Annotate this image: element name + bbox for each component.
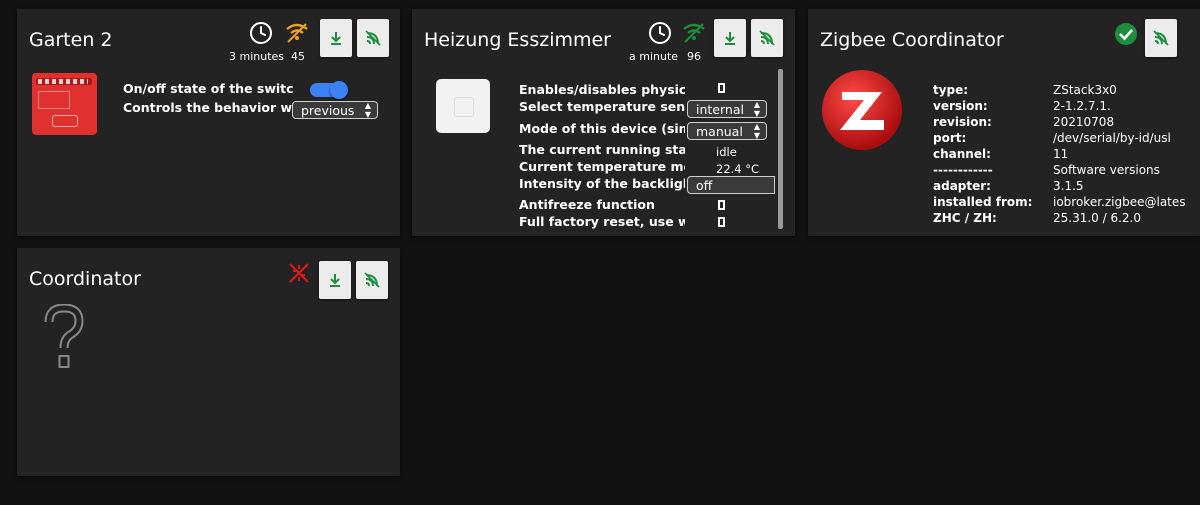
info-key-port: port: [933, 131, 967, 145]
chevron-updown-icon: ▲ ▼ [364, 101, 371, 119]
info-key-channel: channel: [933, 147, 991, 161]
last-seen: a minute [629, 50, 679, 63]
temperature-label: Current temperature me... [519, 159, 685, 174]
download-icon [328, 272, 342, 288]
device-image [32, 73, 97, 135]
device-title: Zigbee Coordinator [820, 29, 1004, 51]
device-title: Coordinator [29, 268, 141, 290]
select-value: internal [696, 102, 744, 117]
backlight-select[interactable]: off [687, 176, 775, 194]
factory-reset-checkbox[interactable] [718, 217, 725, 227]
factory-reset-label: Full factory reset, use wi [519, 214, 685, 229]
download-icon [329, 30, 343, 46]
device-card-coordinator: Coordinator [17, 248, 400, 476]
info-value-version: 2-1.2.7.1. [1053, 99, 1111, 113]
info-key-adapter: adapter: [933, 179, 991, 193]
no-connection-icon [287, 261, 311, 289]
info-key-revision: revision: [933, 115, 992, 129]
sensor-select[interactable]: internal ▲ ▼ [687, 100, 767, 118]
select-value: off [696, 178, 713, 193]
running-state-value: idle [716, 145, 737, 159]
check-icon [1114, 22, 1138, 50]
wifi-icon [285, 22, 309, 48]
clock-icon [249, 21, 273, 49]
download-button[interactable] [320, 19, 352, 57]
signal-button[interactable] [751, 19, 783, 57]
info-value-revision: 20210708 [1053, 115, 1115, 129]
link-quality: 96 [687, 50, 701, 63]
mode-select[interactable]: manual ▲ ▼ [687, 122, 767, 140]
download-button[interactable] [319, 261, 351, 299]
state-toggle[interactable] [310, 81, 348, 99]
info-key-installed-from: installed from: [933, 195, 1033, 209]
chevron-updown-icon: ▲ ▼ [753, 122, 760, 140]
antifreeze-checkbox[interactable] [718, 200, 725, 210]
signal-icon [364, 29, 382, 47]
info-key-zhc-zh: ZHC / ZH: [933, 211, 997, 225]
device-image [436, 79, 490, 133]
signal-icon [363, 271, 381, 289]
device-card-garten-2: Garten 2 3 minutes 45 On/off state of th… [17, 9, 400, 236]
signal-button[interactable] [356, 261, 388, 299]
signal-button[interactable] [357, 19, 389, 57]
physical-control-checkbox[interactable] [718, 83, 725, 93]
info-value-installed-from: iobroker.zigbee@lates [1053, 195, 1186, 209]
select-value: manual [696, 124, 743, 139]
backlight-label: Intensity of the backlight [519, 176, 685, 191]
signal-button[interactable] [1145, 19, 1177, 57]
download-button[interactable] [714, 19, 746, 57]
info-value-zhc-zh: 25.31.0 / 6.2.0 [1053, 211, 1142, 225]
clock-icon [648, 21, 672, 49]
info-software-versions-heading: Software versions [1053, 163, 1160, 177]
info-key-type: type: [933, 83, 969, 97]
info-value-type: ZStack3x0 [1053, 83, 1117, 97]
link-quality: 45 [291, 50, 305, 63]
device-title: Garten 2 [29, 29, 113, 51]
mode-label: Mode of this device (sim... [519, 121, 685, 136]
signal-icon [1152, 29, 1170, 47]
antifreeze-label: Antifreeze function [519, 197, 655, 212]
zigbee-logo [820, 68, 904, 156]
temperature-value: 22.4 °C [716, 162, 760, 176]
select-value: previous [301, 103, 355, 118]
power-on-behavior-select[interactable]: previous ▲ ▼ [292, 101, 378, 119]
unknown-device-icon [41, 303, 87, 378]
behavior-label: Controls the behavior w... [123, 100, 293, 115]
physical-control-label: Enables/disables physic... [519, 82, 685, 97]
state-label: On/off state of the switch [123, 81, 293, 96]
info-separator: ------------ [933, 163, 993, 177]
sensor-label: Select temperature sens... [519, 99, 685, 114]
signal-icon [758, 29, 776, 47]
wifi-icon [682, 22, 706, 48]
device-card-zigbee-coordinator: Zigbee Coordinator type: ZStack3x0 versi… [808, 9, 1200, 236]
info-value-port: /dev/serial/by-id/usl [1053, 131, 1171, 145]
chevron-updown-icon: ▲ ▼ [753, 100, 760, 118]
device-card-heizung-esszimmer: Heizung Esszimmer a minute 96 Enables/di… [412, 9, 795, 236]
download-icon [723, 30, 737, 46]
scrollbar[interactable] [778, 69, 783, 229]
info-value-channel: 11 [1053, 147, 1069, 161]
info-key-version: version: [933, 99, 988, 113]
info-value-adapter: 3.1.5 [1053, 179, 1084, 193]
last-seen: 3 minutes [229, 50, 285, 63]
device-title: Heizung Esszimmer [424, 29, 611, 51]
running-state-label: The current running state [519, 142, 685, 157]
